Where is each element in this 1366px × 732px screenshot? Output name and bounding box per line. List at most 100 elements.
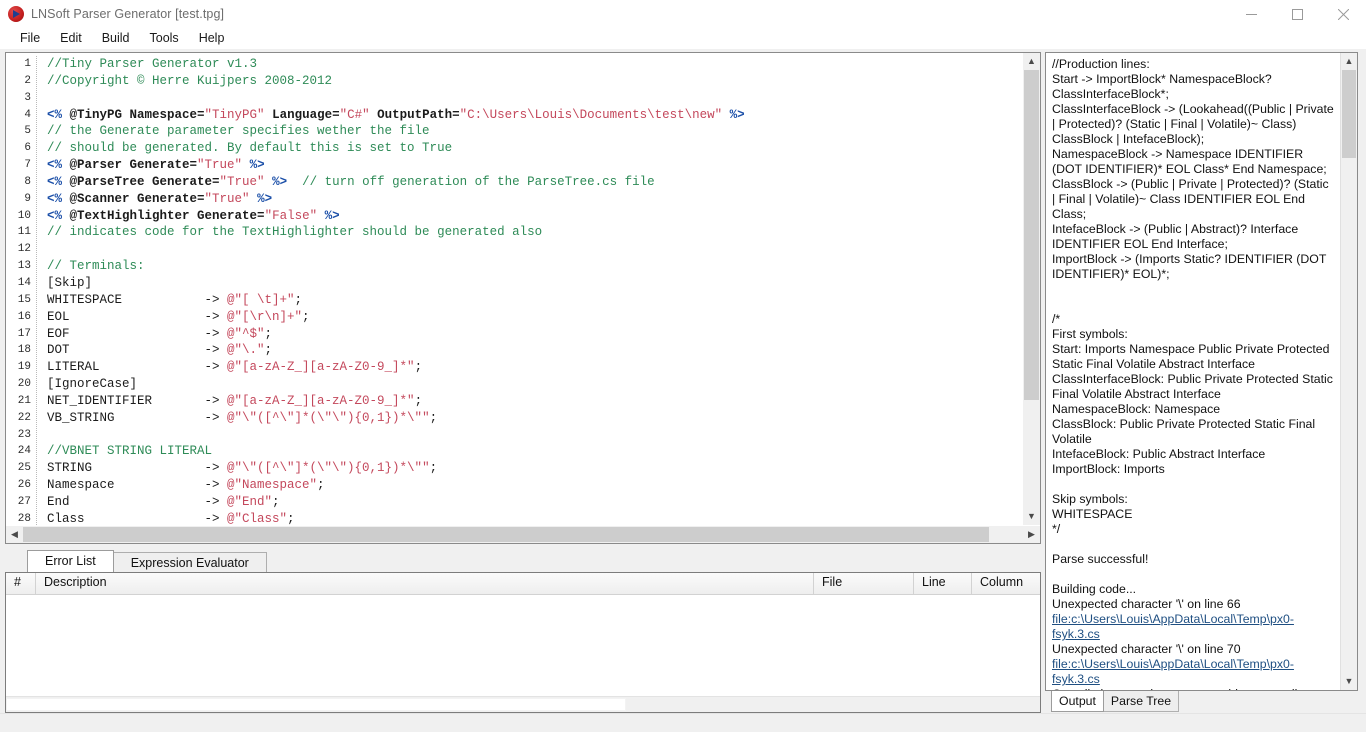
maximize-icon[interactable] xyxy=(1274,0,1320,28)
column-header-column[interactable]: Column xyxy=(972,573,1040,594)
column-header-number[interactable]: # xyxy=(6,573,36,594)
code-token: @"\"([^\"]*(\"\"){0,1})*\"" xyxy=(227,461,430,476)
editor-vscroll-thumb[interactable] xyxy=(1024,70,1039,400)
code-token: OutputPath= xyxy=(369,107,460,122)
code-token: %> xyxy=(729,107,745,122)
editor-vscroll-track[interactable] xyxy=(1023,70,1040,508)
code-line: End -> @"End"; xyxy=(47,494,1022,511)
line-number: 26 xyxy=(17,479,31,492)
code-token: [Skip] xyxy=(47,275,93,290)
output-blank-line xyxy=(1052,537,1335,552)
line-number: 16 xyxy=(17,310,31,323)
output-vertical-scrollbar[interactable]: ▲ ▼ xyxy=(1340,53,1357,690)
output-line: Parse successful! xyxy=(1052,552,1149,566)
editor-vertical-scrollbar[interactable]: ▲ ▼ xyxy=(1022,53,1040,525)
line-number: 18 xyxy=(17,344,31,357)
output-line: Compilation contains errors, could not c… xyxy=(1052,687,1335,690)
output-vscroll-track[interactable] xyxy=(1341,70,1357,673)
code-line: <% @TinyPG Namespace="TinyPG" Language="… xyxy=(47,107,1022,124)
code-line: <% @ParseTree Generate="True" %> // turn… xyxy=(47,174,1022,191)
code-token: // indicates code for the TextHighlighte… xyxy=(47,225,543,240)
tab-parse-tree[interactable]: Parse Tree xyxy=(1102,691,1180,712)
column-header-description[interactable]: Description xyxy=(36,573,814,594)
left-column: 1 2 3 4 5 6 7 8 9 10 11 12 13 14 15 16 17 18 19 20 21 22 23 24 2… xyxy=(5,52,1041,713)
code-line: <% @Parser Generate="True" %> xyxy=(47,157,1022,174)
code-token: NET_IDENTIFIER -> xyxy=(47,393,228,408)
menu-item-help[interactable]: Help xyxy=(189,29,235,47)
minimize-icon[interactable] xyxy=(1228,0,1274,28)
code-line: EOF -> @"^$"; xyxy=(47,326,1022,343)
menu-item-build[interactable]: Build xyxy=(92,29,140,47)
code-line: LITERAL -> @"[a-zA-Z_][a-zA-Z0-9_]*"; xyxy=(47,359,1022,376)
column-header-file[interactable]: File xyxy=(814,573,914,594)
output-file-link[interactable]: file:c:\Users\Louis\AppData\Local\Temp\p… xyxy=(1052,657,1294,686)
code-text-area[interactable]: //Tiny Parser Generator v1.3 //Copyright … xyxy=(37,53,1022,525)
line-number: 25 xyxy=(17,462,31,475)
menu-item-file[interactable]: File xyxy=(10,29,50,47)
code-token: @"[\r\n]+" xyxy=(227,309,303,324)
output-blank-line xyxy=(1052,477,1335,492)
code-line: WHITESPACE -> @"[ \t]+"; xyxy=(47,292,1022,309)
output-scroll-up-icon[interactable]: ▲ xyxy=(1341,53,1357,70)
line-number: 24 xyxy=(17,445,31,458)
tab-error-list[interactable]: Error List xyxy=(27,550,114,572)
code-token: ; xyxy=(429,461,438,476)
error-list-hscroll-thumb[interactable] xyxy=(6,698,626,711)
menu-item-tools[interactable]: Tools xyxy=(140,29,189,47)
line-number: 21 xyxy=(17,394,31,407)
output-text-content[interactable]: //Production lines: Start -> ImportBlock*… xyxy=(1046,53,1340,690)
scroll-left-icon[interactable]: ◀ xyxy=(6,526,23,543)
scroll-up-icon[interactable]: ▲ xyxy=(1023,53,1040,70)
title-bar: LNSoft Parser Generator [test.tpg] xyxy=(0,0,1366,28)
code-token: "True" xyxy=(219,174,265,189)
code-token: LITERAL -> xyxy=(47,360,228,375)
code-line: // Terminals: xyxy=(47,258,1022,275)
code-token: @"\"([^\"]*(\"\"){0,1})*\"" xyxy=(227,410,430,425)
code-token: <% xyxy=(47,158,63,173)
line-number: 1 xyxy=(24,58,31,70)
scroll-down-icon[interactable]: ▼ xyxy=(1023,508,1040,525)
error-list-hscrollbar[interactable] xyxy=(6,696,1040,712)
tab-expression-evaluator[interactable]: Expression Evaluator xyxy=(112,552,267,572)
code-line: EOL -> @"[\r\n]+"; xyxy=(47,309,1022,326)
code-token: @"[ \t]+" xyxy=(227,292,295,307)
column-header-line[interactable]: Line xyxy=(914,573,972,594)
code-line: // the Generate parameter specifies weth… xyxy=(47,123,1022,140)
line-number: 8 xyxy=(24,175,31,188)
output-vscroll-thumb[interactable] xyxy=(1342,70,1356,158)
output-line: ClassBlock: Public Private Protected Sta… xyxy=(1052,417,1316,446)
editor-hscroll-track[interactable] xyxy=(23,526,1023,543)
editor-hscroll-thumb[interactable] xyxy=(23,527,989,542)
app-logo-icon xyxy=(8,6,24,22)
code-token: End -> xyxy=(47,494,228,509)
line-number: 19 xyxy=(17,361,31,374)
code-token: @"\." xyxy=(227,343,265,358)
output-line: NamespaceBlock: Namespace xyxy=(1052,402,1221,416)
code-token: //VBNET STRING LITERAL xyxy=(47,444,213,459)
output-file-link[interactable]: file:c:\Users\Louis\AppData\Local\Temp\p… xyxy=(1052,612,1294,641)
code-line: VB_STRING -> @"\"([^\"]*(\"\"){0,1})*\""… xyxy=(47,410,1022,427)
editor-horizontal-scrollbar[interactable]: ◀ ▶ xyxy=(6,525,1040,543)
tab-output[interactable]: Output xyxy=(1051,691,1104,712)
error-list-body[interactable] xyxy=(6,595,1040,696)
menu-item-edit[interactable]: Edit xyxy=(50,29,92,47)
code-token: @"End" xyxy=(227,494,273,509)
output-scroll-down-icon[interactable]: ▼ xyxy=(1341,673,1357,690)
line-number: 3 xyxy=(24,91,31,104)
code-token: Language= xyxy=(264,107,340,122)
line-number: 15 xyxy=(17,293,31,306)
scroll-right-icon[interactable]: ▶ xyxy=(1023,526,1040,543)
code-token: DOT -> xyxy=(47,343,228,358)
output-line: Skip symbols: xyxy=(1052,492,1128,506)
close-icon[interactable] xyxy=(1320,0,1366,28)
code-line: [IgnoreCase] xyxy=(47,376,1022,393)
code-token: ; xyxy=(317,478,325,493)
menu-bar: File Edit Build Tools Help xyxy=(0,28,1366,49)
